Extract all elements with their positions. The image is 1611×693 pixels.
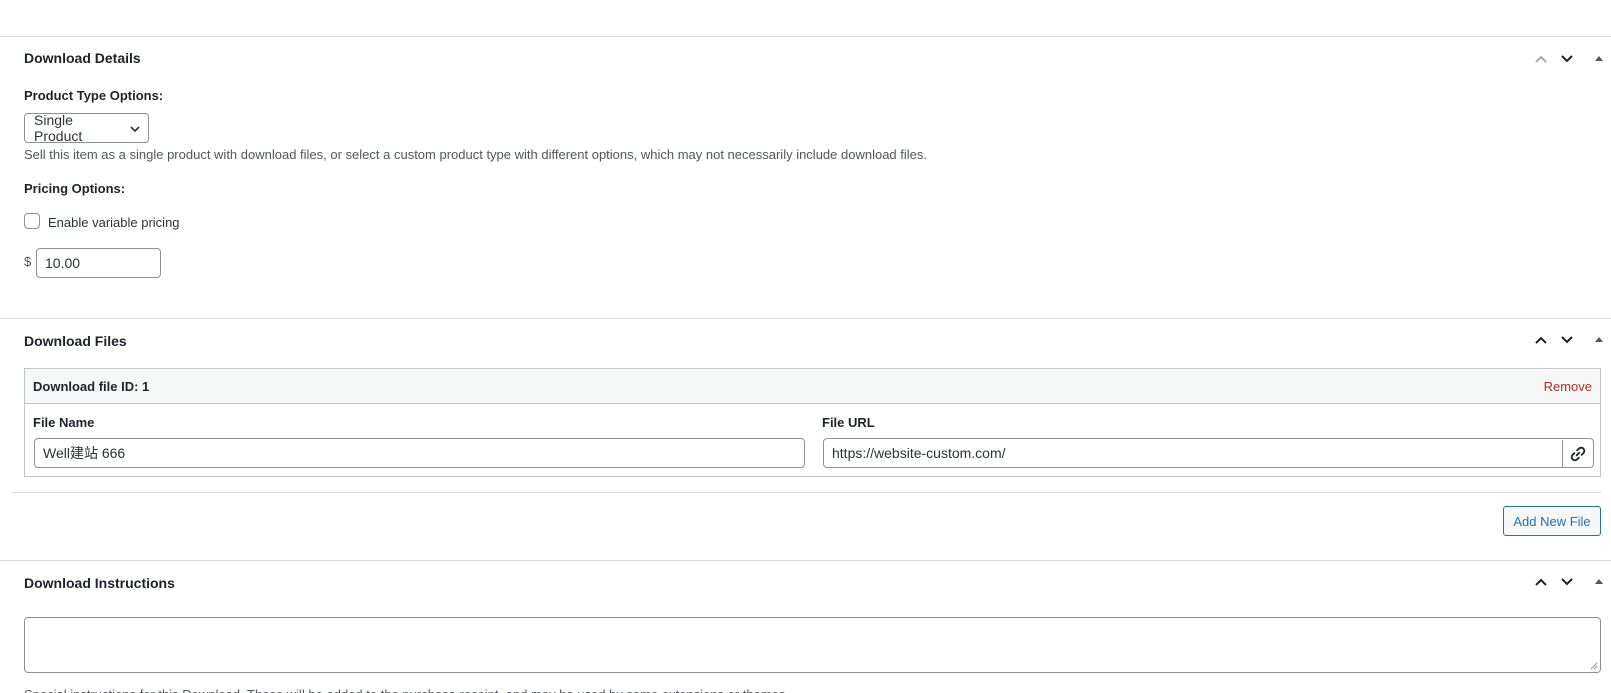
chevron-down-icon	[1561, 55, 1573, 63]
price-input[interactable]: 10.00	[36, 248, 161, 278]
toggle-panel-button[interactable]	[1589, 48, 1609, 70]
pricing-options-label: Pricing Options:	[24, 181, 126, 196]
file-url-value: https://website-custom.com/	[832, 445, 1006, 461]
section-divider	[0, 318, 1611, 319]
move-down-button[interactable]	[1556, 329, 1578, 351]
insert-file-url-button[interactable]	[1562, 440, 1592, 467]
move-up-button[interactable]	[1530, 571, 1552, 593]
chevron-down-icon	[1561, 336, 1573, 344]
chevron-down-icon	[1561, 578, 1573, 586]
move-up-button[interactable]	[1530, 329, 1552, 351]
file-name-value: Well建站 666	[43, 445, 126, 461]
product-type-description: Sell this item as a single product with …	[24, 147, 927, 162]
download-instructions-description: Special instructions for this Download. …	[24, 688, 1594, 693]
chevron-up-icon	[1535, 336, 1547, 344]
download-instructions-title: Download Instructions	[24, 575, 175, 591]
variable-pricing-checkbox[interactable]	[24, 213, 40, 229]
product-type-selected: Single Product	[34, 112, 83, 144]
chevron-down-icon	[130, 126, 140, 133]
file-url-label: File URL	[822, 415, 875, 430]
files-divider	[12, 492, 1601, 493]
file-name-input[interactable]: Well建站 666	[34, 438, 805, 468]
download-details-title: Download Details	[24, 50, 141, 66]
variable-pricing-label: Enable variable pricing	[48, 215, 180, 230]
link-icon	[1570, 446, 1585, 462]
resize-grip-icon[interactable]	[1590, 662, 1598, 670]
download-file-id: Download file ID: 1	[33, 379, 150, 394]
product-type-select[interactable]: Single Product	[24, 112, 149, 144]
move-down-button[interactable]	[1556, 571, 1578, 593]
move-up-button[interactable]	[1530, 48, 1552, 70]
product-type-label: Product Type Options:	[24, 88, 164, 103]
currency-symbol: $	[24, 254, 32, 269]
download-file-header: Download file ID: 1 Remove	[25, 369, 1600, 404]
add-new-file-button[interactable]: Add New File	[1503, 506, 1601, 536]
file-url-input[interactable]: https://website-custom.com/	[823, 438, 1594, 468]
caret-up-icon	[1595, 579, 1603, 584]
caret-up-icon	[1595, 337, 1603, 342]
caret-up-icon	[1595, 56, 1603, 61]
section-divider	[0, 36, 1611, 37]
file-name-label: File Name	[33, 415, 95, 430]
download-file-row: Download file ID: 1 Remove File Name Wel…	[24, 368, 1601, 477]
section-divider	[0, 560, 1611, 561]
download-files-title: Download Files	[24, 333, 127, 349]
toggle-panel-button[interactable]	[1589, 329, 1609, 351]
move-down-button[interactable]	[1556, 48, 1578, 70]
toggle-panel-button[interactable]	[1589, 571, 1609, 593]
download-instructions-textarea[interactable]	[24, 617, 1601, 673]
chevron-up-icon	[1535, 55, 1547, 63]
price-input-value: 10.00	[45, 255, 81, 271]
remove-file-link[interactable]: Remove	[1544, 379, 1592, 394]
chevron-up-icon	[1535, 578, 1547, 586]
